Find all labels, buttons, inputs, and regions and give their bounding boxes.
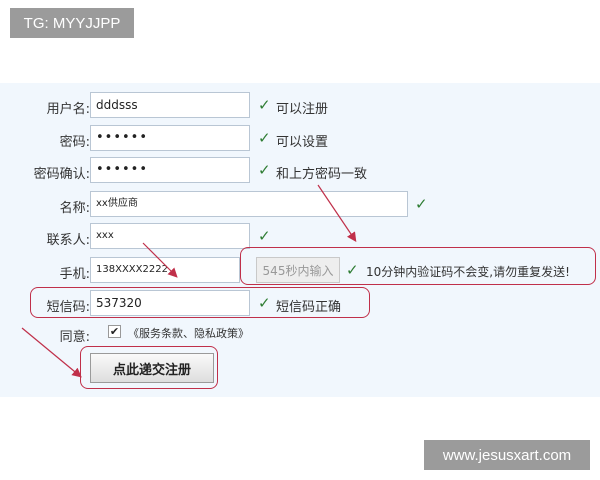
arrow-to-sms-code [142,242,178,278]
watermark-bottom: www.jesusxart.com [424,440,590,470]
arrow-to-sms-button [317,184,357,242]
annotation-arrows [21,184,357,378]
arrow-to-submit [21,327,82,378]
